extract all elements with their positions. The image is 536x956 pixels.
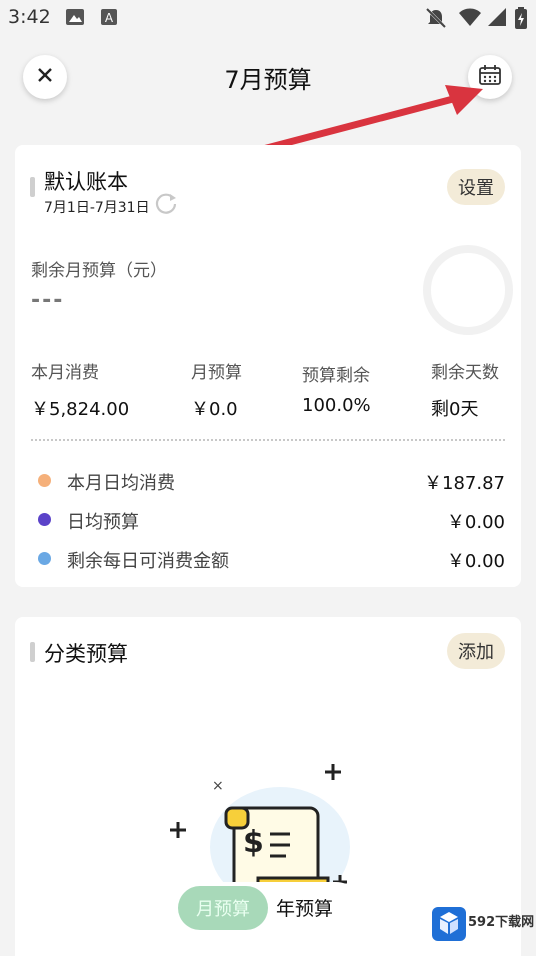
stat-label: 预算剩余: [302, 366, 370, 386]
daily-remaining-dot: [38, 552, 51, 565]
battery-icon: [515, 7, 527, 33]
row-label: 剩余每日可消费金额: [67, 551, 229, 572]
book-name: 默认账本: [44, 170, 128, 194]
remaining-budget-value: ---: [31, 288, 65, 313]
stat-label: 月预算: [191, 363, 242, 383]
svg-text:×: ×: [212, 778, 224, 794]
settings-button[interactable]: 设置: [447, 169, 505, 205]
svg-text:A: A: [105, 11, 114, 25]
row-label: 日均预算: [67, 512, 139, 533]
stat-label: 本月消费: [31, 363, 99, 383]
signal-icon: [487, 7, 507, 31]
row-value: ￥187.87: [424, 473, 505, 494]
row-label: 本月日均消费: [67, 473, 175, 494]
status-bar: 3:42 A: [0, 0, 536, 34]
section-marker: [30, 642, 35, 662]
text-icon: A: [101, 9, 117, 29]
watermark-text: 592下载网: [468, 915, 535, 930]
status-time: 3:42: [8, 6, 51, 28]
row-value: ￥0.00: [446, 551, 505, 572]
date-range: 7月1日-7月31日: [44, 200, 150, 216]
watermark-logo: 592下载网: [432, 905, 536, 945]
divider: [31, 439, 505, 441]
stat-value: ￥5,824.00: [31, 399, 130, 420]
stat-value: 100.0%: [302, 395, 371, 416]
default-book-card: 默认账本 7月1日-7月31日 设置 剩余月预算（元） --- 本月消费 ￥5,…: [15, 145, 521, 587]
remaining-budget-label: 剩余月预算（元）: [31, 261, 167, 281]
tab-month-budget[interactable]: 月预算: [178, 886, 268, 930]
daily-avg-dot: [38, 474, 51, 487]
tab-year-budget[interactable]: 年预算: [276, 894, 333, 921]
bell-off-icon: [425, 7, 447, 33]
row-value: ￥0.00: [446, 512, 505, 533]
add-button[interactable]: 添加: [447, 633, 505, 669]
stat-label: 剩余天数: [431, 363, 499, 383]
refresh-icon[interactable]: [155, 192, 179, 220]
wifi-icon: [458, 7, 482, 31]
category-title: 分类预算: [44, 642, 128, 666]
section-marker: [30, 177, 35, 197]
stat-value: ￥0.0: [191, 399, 238, 420]
stat-value: 剩0天: [431, 399, 479, 420]
budget-tab-switch: 月预算 年预算: [172, 882, 362, 934]
image-icon: [66, 9, 84, 29]
budget-ring: [423, 245, 513, 335]
daily-budget-dot: [38, 513, 51, 526]
svg-text:$: $: [243, 825, 264, 860]
